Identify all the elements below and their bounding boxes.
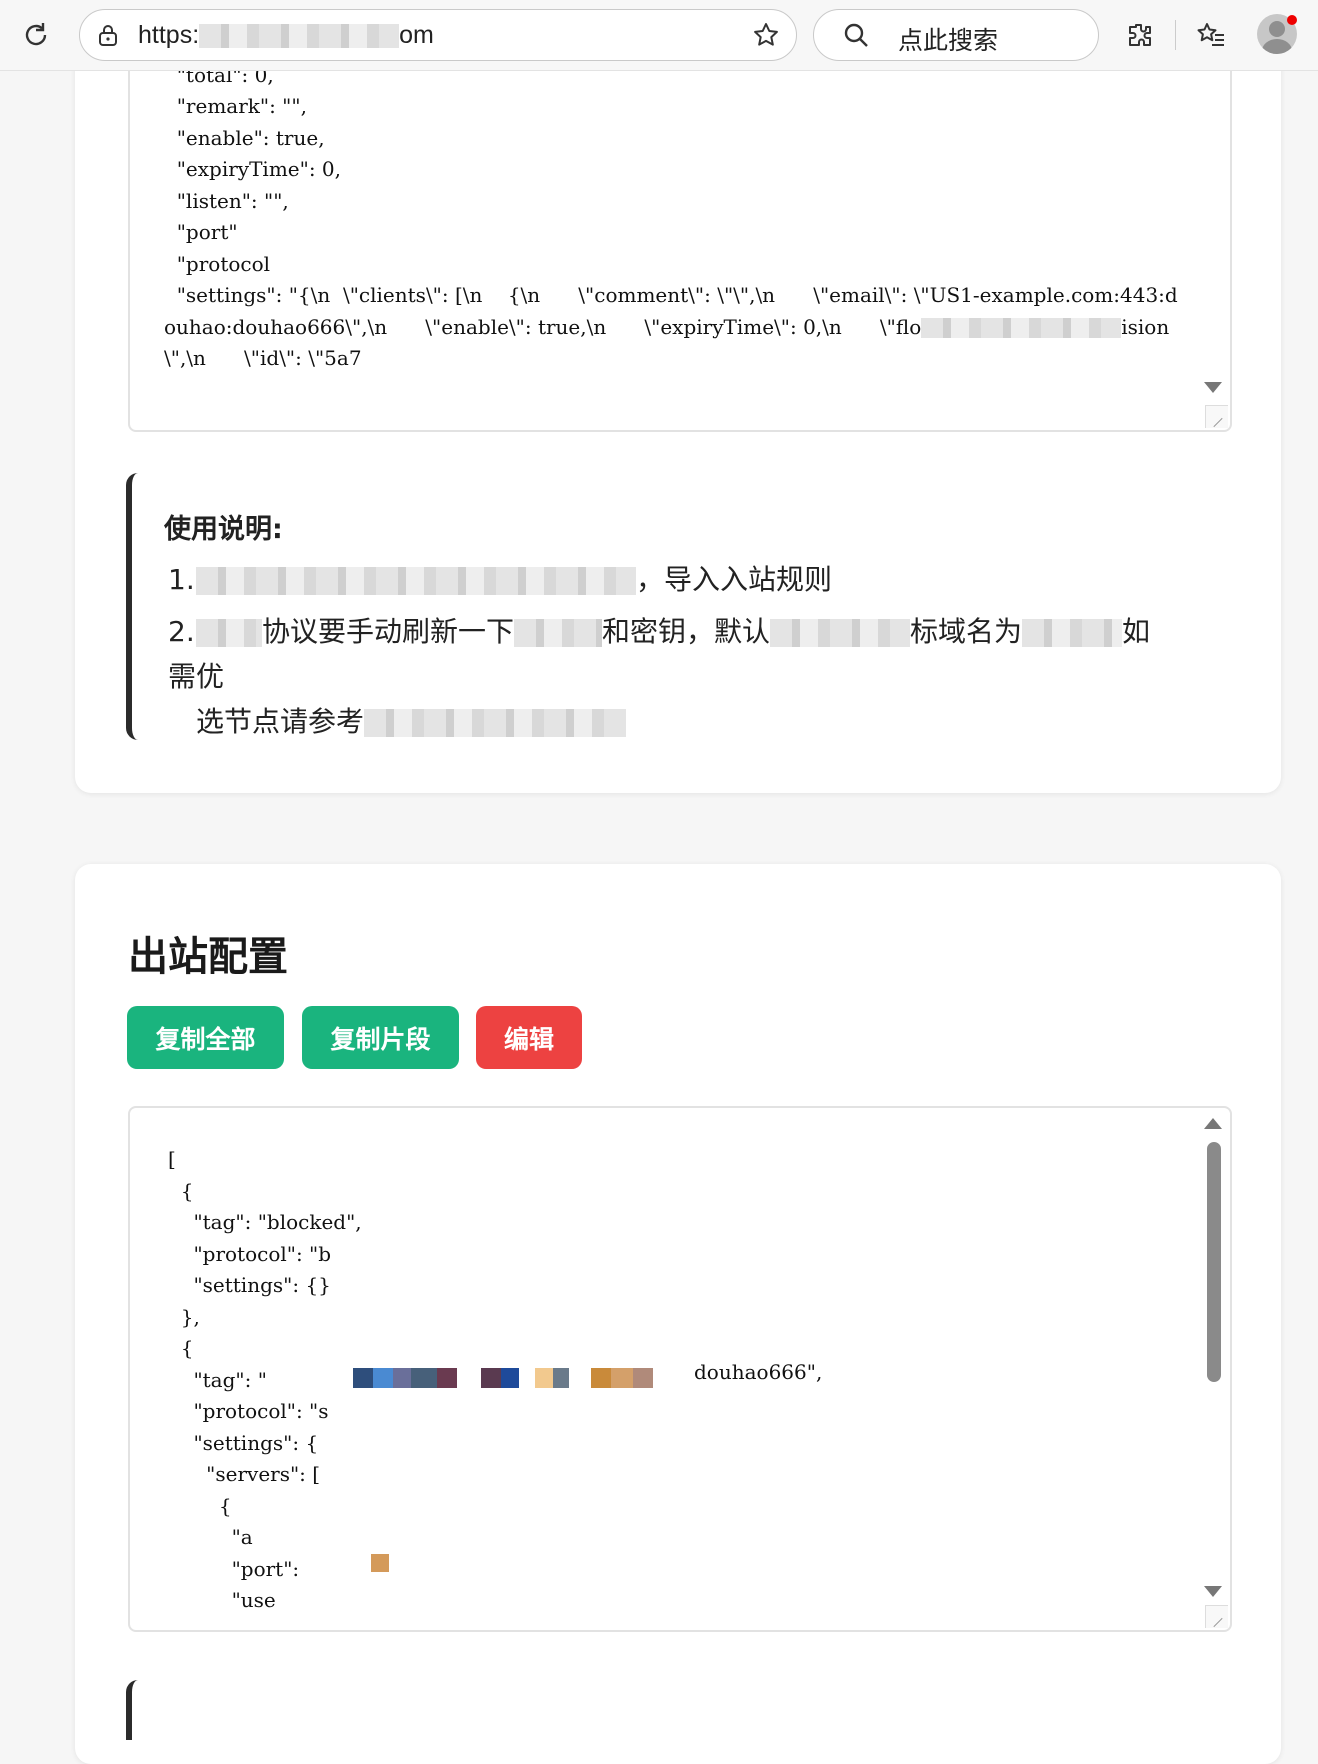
instruction-2-part-a: 协议要手动刷新一下: [262, 615, 515, 648]
scroll-down-arrow[interactable]: [1204, 382, 1222, 393]
instruction-1-redacted: [196, 567, 636, 595]
resize-handle-2[interactable]: [1205, 1605, 1228, 1628]
extensions-icon[interactable]: [1122, 17, 1158, 53]
search-box[interactable]: 点此搜索: [813, 9, 1099, 61]
port-redacted: [371, 1554, 389, 1572]
instruction-2-redacted-b: [514, 619, 603, 647]
instruction-2-redacted-d: [1022, 619, 1123, 647]
instruction-2-part-c: 标域名为: [910, 615, 1023, 648]
edit-button[interactable]: 编辑: [476, 1006, 582, 1069]
star-icon[interactable]: [748, 17, 784, 53]
url-suffix: om: [399, 21, 434, 49]
instruction-2-number: 2.: [168, 615, 195, 648]
instruction-1-text: ，导入入站规则: [636, 563, 833, 596]
scrollbar-thumb[interactable]: [1207, 1142, 1221, 1382]
instruction-1-number: 1.: [168, 563, 195, 596]
browser-toolbar: https: om 点此搜索: [0, 0, 1318, 71]
scroll-up-arrow[interactable]: [1204, 1118, 1222, 1129]
instruction-2-redacted-a: [196, 619, 262, 647]
address-bar[interactable]: https: om: [79, 9, 797, 61]
outbound-title: 出站配置: [128, 934, 288, 980]
outbound-card: 出站配置 复制全部 复制片段 编辑 [ { "tag": "blocked", …: [75, 864, 1281, 1764]
scroll-down-arrow-2[interactable]: [1204, 1586, 1222, 1597]
url-prefix: https:: [138, 21, 200, 49]
instruction-item-2: 2. 协议要手动刷新一下 和密钥，默认 标域名为 如需优 选节点请参考: [168, 609, 1178, 744]
outbound-tag-suffix: douhao666",: [694, 1360, 823, 1384]
inbound-redacted: [921, 318, 1122, 338]
instruction-item-1: 1. ，导入入站规则: [168, 557, 1178, 602]
outbound-code-editor[interactable]: [ { "tag": "blocked", "protocol": "b "se…: [128, 1106, 1232, 1632]
copy-snippet-button[interactable]: 复制片段: [302, 1006, 459, 1069]
inbound-code-text[interactable]: "down": 0, "total": 0, "remark": "", "en…: [164, 28, 1180, 375]
instruction-2-part-e: 选节点请参考: [196, 705, 365, 738]
url-redacted: [199, 24, 400, 49]
instruction-2-part-b: 和密钥，默认: [602, 615, 771, 648]
instructions-title: 使用说明:: [164, 514, 283, 545]
instruction-2-redacted-e: [364, 709, 627, 737]
notification-dot: [1287, 15, 1297, 25]
outbound-code-lines: [ { "tag": "blocked", "protocol": "b "se…: [168, 1147, 362, 1612]
usage-instructions: 使用说明: 1. ，导入入站规则 2. 协议要手动刷新一下 和密钥，默认 标域名为 如需优…: [126, 473, 1222, 740]
url-text[interactable]: https: om: [138, 21, 434, 50]
reload-icon[interactable]: [18, 17, 54, 53]
resize-handle[interactable]: [1205, 405, 1228, 428]
search-icon: [838, 17, 874, 53]
copy-all-button[interactable]: 复制全部: [127, 1006, 284, 1069]
next-blockquote: [126, 1680, 152, 1740]
inbound-card: "down": 0, "total": 0, "remark": "", "en…: [75, 0, 1281, 793]
lock-icon[interactable]: [90, 17, 126, 53]
search-placeholder: 点此搜索: [898, 26, 999, 55]
instruction-2-redacted-c: [770, 619, 911, 647]
favorites-icon[interactable]: [1193, 17, 1229, 53]
toolbar-divider: [1175, 20, 1176, 50]
